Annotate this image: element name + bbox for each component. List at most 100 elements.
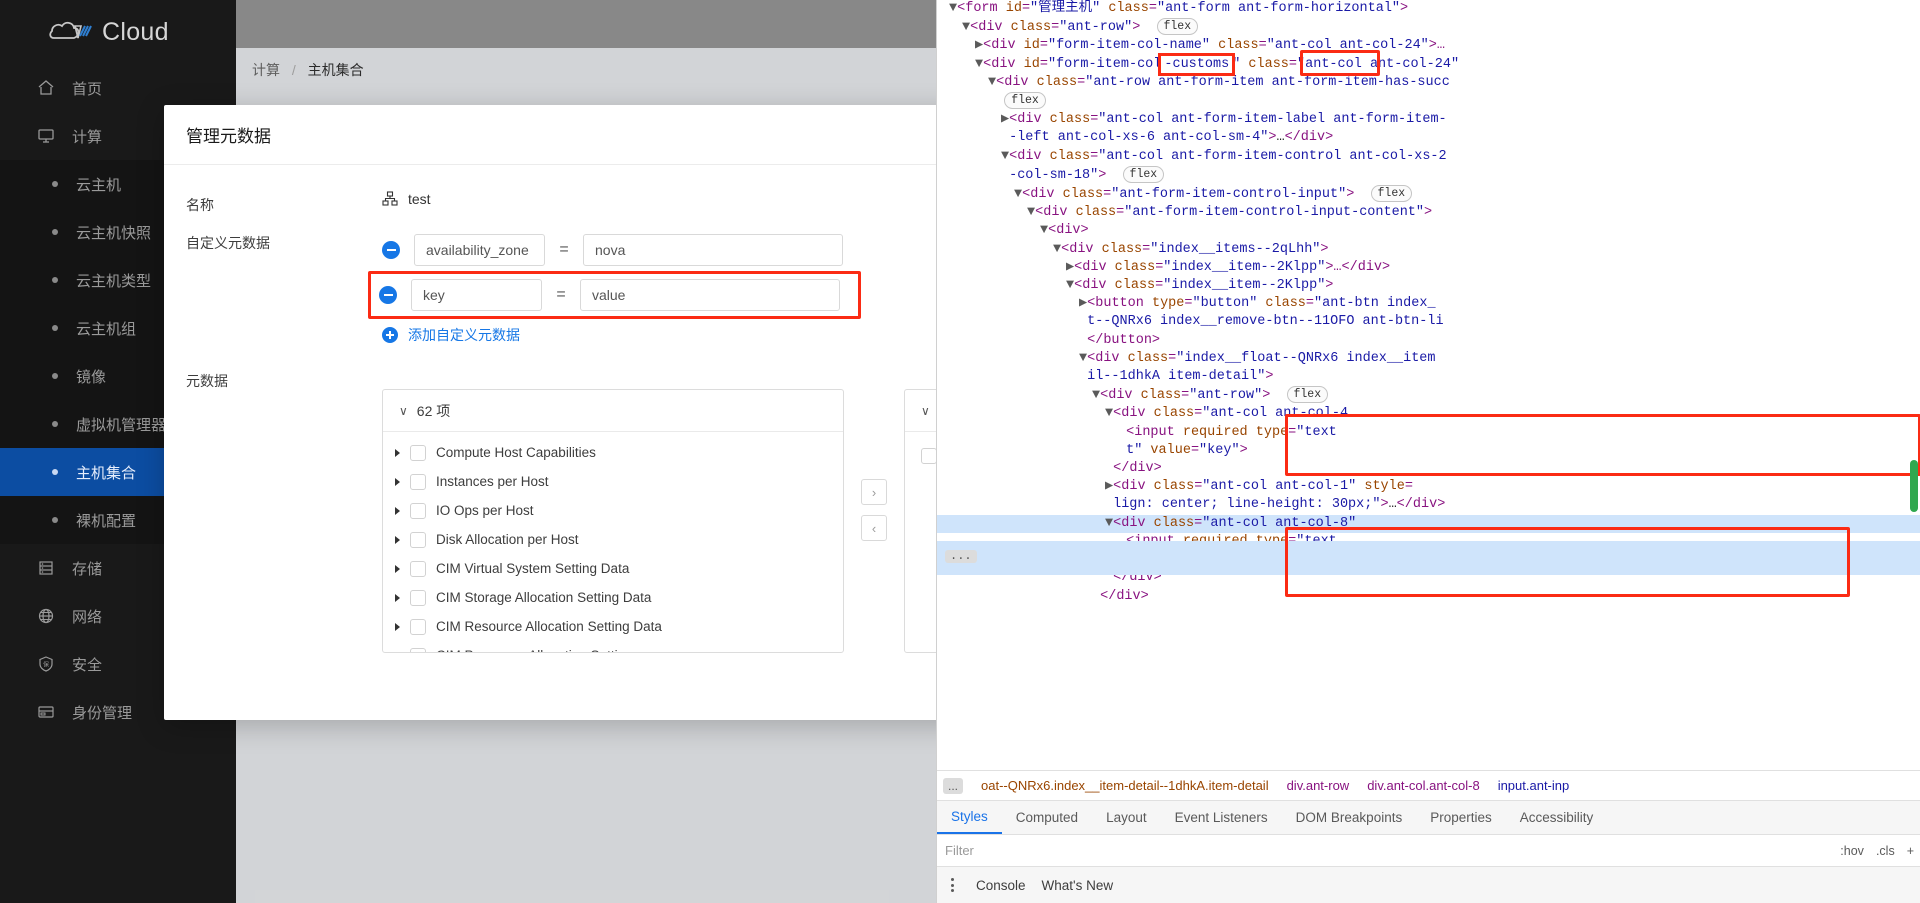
cls-toggle[interactable]: .cls [1876,844,1895,858]
dom-node-line[interactable]: ▼<div class="ant-col ant-col-8" [937,515,1920,533]
disclosure-triangle-icon[interactable]: ▼ [1105,406,1113,421]
tab-styles[interactable]: Styles [937,801,1002,834]
item-checkbox[interactable] [410,619,426,635]
dom-node-line[interactable]: flex [937,92,1920,111]
dom-node-line[interactable]: ▼<div class="ant-row"> flex [937,18,1920,37]
disclosure-triangle-icon[interactable]: ▼ [1092,388,1100,403]
flex-badge[interactable]: flex [1157,18,1199,35]
caret-right-icon[interactable] [395,449,400,457]
disclosure-triangle-icon[interactable]: ▶ [1079,296,1087,311]
dom-node-line[interactable]: t" value="key"> [937,442,1920,460]
more-options-icon[interactable] [945,878,960,892]
drawer-tab-console[interactable]: Console [976,878,1026,893]
tab-layout[interactable]: Layout [1092,801,1161,834]
tab-event-listeners[interactable]: Event Listeners [1161,801,1282,834]
dom-node-line[interactable]: <input required type="text [937,424,1920,442]
dom-node-line[interactable]: -col-sm-18"> flex [937,166,1920,185]
dom-node-line[interactable]: ▼<div class="ant-form-item-control-input… [937,204,1920,222]
list-item[interactable]: CIM Storage Allocation Setting Data [383,583,843,612]
dom-node-line[interactable]: ▼<div class="ant-col ant-form-item-contr… [937,148,1920,166]
list-item[interactable]: Compute Host Capabilities [383,438,843,467]
disclosure-triangle-icon[interactable] [1105,497,1113,512]
disclosure-triangle-icon[interactable]: ▼ [1079,351,1087,366]
dom-node-line[interactable]: ▼<form id="管理主机" class="ant-form ant-for… [937,0,1920,18]
dom-node-line[interactable]: il--1dhkA item-detail"> [937,368,1920,386]
dom-node-line[interactable]: </div> [937,588,1920,606]
flex-badge[interactable]: flex [1123,166,1165,183]
tab-properties[interactable]: Properties [1416,801,1506,834]
item-checkbox[interactable] [410,590,426,606]
caret-right-icon[interactable] [395,507,400,515]
dom-node-line[interactable]: ▶<div class="index__item--2Klpp">…</div> [937,259,1920,277]
disclosure-triangle-icon[interactable]: ▼ [1040,223,1048,238]
disclosure-triangle-icon[interactable] [1079,314,1087,329]
item-checkbox[interactable] [410,648,426,653]
disclosure-triangle-icon[interactable]: ▶ [1105,479,1113,494]
disclosure-triangle-icon[interactable] [1118,425,1126,440]
disclosure-triangle-icon[interactable]: ▼ [1066,278,1074,293]
transfer-left-list[interactable]: Compute Host Capabilities Instances per … [383,432,843,652]
metadata-key-input[interactable] [411,279,542,311]
disclosure-triangle-icon[interactable]: ▼ [988,75,996,90]
item-checkbox[interactable] [410,474,426,490]
drawer-tab-whats-new[interactable]: What's New [1042,878,1114,893]
disclosure-triangle-icon[interactable]: ▼ [1014,187,1022,202]
dom-node-line[interactable]: ▶<div class="ant-col ant-form-item-label… [937,111,1920,129]
dom-node-line[interactable]: t--QNRx6 index__remove-btn--11OFO ant-bt… [937,313,1920,331]
dom-node-line[interactable]: ▼<div class="ant-form-item-control-input… [937,185,1920,204]
dom-node-line[interactable]: ▼<div class="ant-row"> flex [937,386,1920,405]
flex-badge[interactable]: flex [1371,185,1413,202]
disclosure-triangle-icon[interactable]: ▼ [949,1,957,16]
dom-node-line[interactable]: lign: center; line-height: 30px;">…</div… [937,496,1920,514]
caret-right-icon[interactable] [395,478,400,486]
item-checkbox[interactable] [921,448,937,464]
disclosure-triangle-icon[interactable] [1079,333,1087,348]
dom-node-line[interactable]: ▶<div id="form-item-col-name" class="ant… [937,37,1920,55]
disclosure-triangle-icon[interactable]: ▶ [1066,260,1074,275]
caret-right-icon[interactable] [395,652,400,653]
disclosure-triangle-icon[interactable]: ▶ [975,38,983,53]
collapsed-content-icon[interactable]: ... [945,550,977,563]
metadata-value-input[interactable] [580,279,840,311]
disclosure-triangle-icon[interactable] [1092,589,1100,604]
hov-toggle[interactable]: :hov [1840,844,1864,858]
disclosure-triangle-icon[interactable]: ▶ [1001,112,1009,127]
dom-node-line[interactable]: ▼<div class="ant-row ant-form-item ant-f… [937,74,1920,92]
dom-node-line[interactable]: </div> [937,460,1920,478]
flex-badge[interactable]: flex [1004,92,1046,109]
disclosure-triangle-icon[interactable] [1001,168,1009,183]
devtools-dom-tree[interactable]: ▼<form id="管理主机" class="ant-form ant-for… [937,0,1920,770]
remove-row-button[interactable] [379,286,397,304]
disclosure-triangle-icon[interactable] [1118,443,1126,458]
dom-node-line[interactable]: ▼<div id="form-item-col-customs" class="… [937,56,1920,74]
tab-dom-breakpoints[interactable]: DOM Breakpoints [1282,801,1417,834]
dom-node-line[interactable]: ▼<div class="index__items--2qLhh"> [937,241,1920,259]
disclosure-triangle-icon[interactable]: ▼ [962,20,970,35]
list-item[interactable]: CIM Virtual System Setting Data [383,554,843,583]
disclosure-triangle-icon[interactable] [1105,461,1113,476]
disclosure-triangle-icon[interactable]: ▼ [975,57,983,72]
list-item[interactable]: CIM Resource Allocation Setting Data [383,612,843,641]
dom-node-line[interactable]: ▼<div class="index__item--2Klpp"> [937,277,1920,295]
transfer-left-header[interactable]: ∨ 62 项 [383,390,843,432]
metadata-value-input[interactable] [583,234,843,266]
item-checkbox[interactable] [410,532,426,548]
breadcrumb-overflow-icon[interactable]: ... [943,778,963,794]
breadcrumb-node[interactable]: div.ant-col.ant-col-8 [1367,778,1479,793]
list-item[interactable]: CIM Processor Allocation Setting [383,641,843,652]
caret-right-icon[interactable] [395,565,400,573]
add-style-rule-button[interactable]: + [1907,844,1914,858]
dom-node-line[interactable]: </button> [937,332,1920,350]
dom-node-line[interactable]: ▼<div class="index__float--QNRx6 index__… [937,350,1920,368]
disclosure-triangle-icon[interactable]: ▼ [1105,516,1113,531]
filter-input[interactable]: Filter [945,843,974,858]
dom-node-line[interactable]: ▶<div class="ant-col ant-col-1" style= [937,478,1920,496]
list-item[interactable]: Instances per Host [383,467,843,496]
selected-dom-row[interactable]: ... [937,541,1920,575]
disclosure-triangle-icon[interactable] [988,94,996,109]
disclosure-triangle-icon[interactable]: ▼ [1027,205,1035,220]
transfer-to-left-button[interactable]: ‹ [861,515,887,541]
tab-computed[interactable]: Computed [1002,801,1092,834]
breadcrumb-node[interactable]: input.ant-inp [1498,778,1570,793]
metadata-key-input[interactable] [414,234,545,266]
